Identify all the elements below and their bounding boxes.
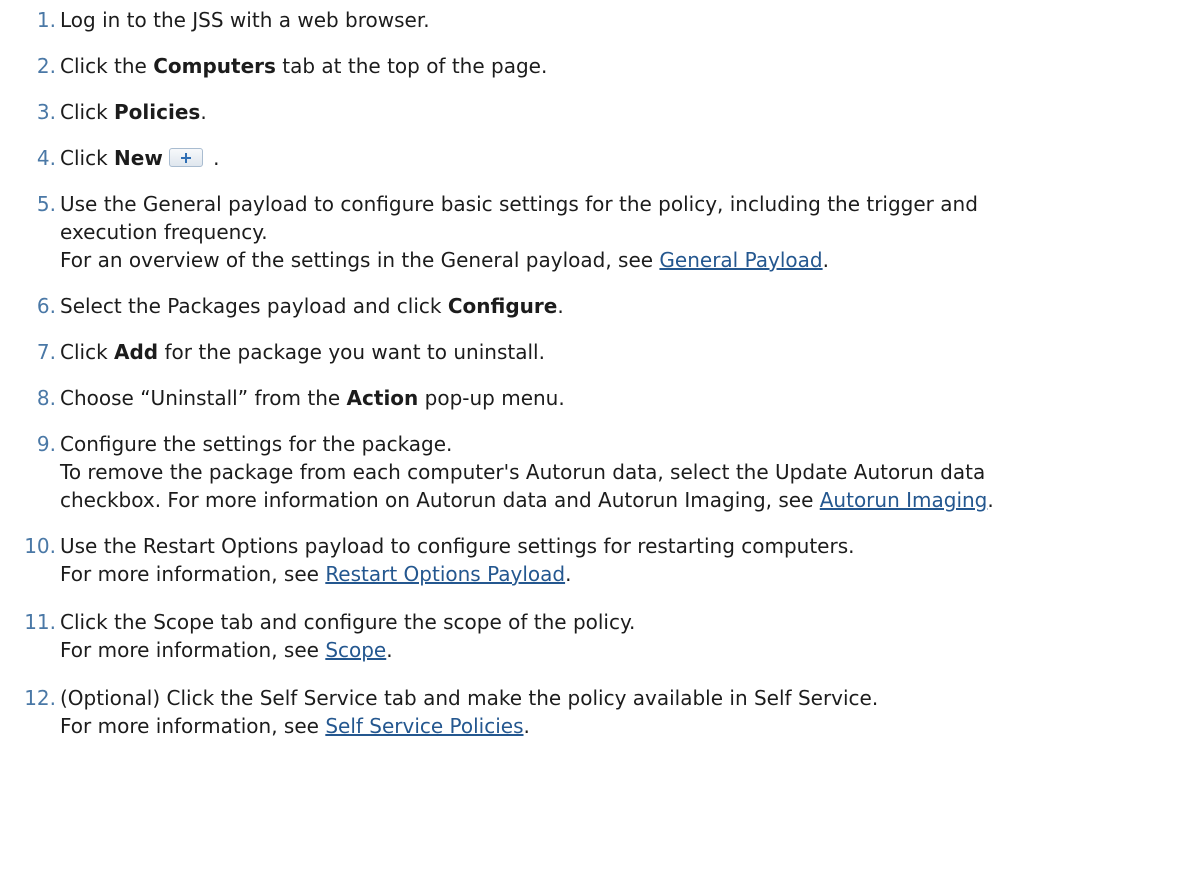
step-text: Use the General payload to configure bas… <box>60 190 1204 274</box>
step-number: 4. <box>36 146 56 170</box>
ui-term-action: Action <box>346 386 419 410</box>
step-line: (Optional) Click the Self Service tab an… <box>60 686 879 710</box>
ui-term-new: New <box>114 146 163 170</box>
step-line: For an overview of the settings in the G… <box>60 246 1204 274</box>
step-line: Configure the settings for the package. <box>60 432 453 456</box>
step-text-before: Choose “Uninstall” from the <box>60 386 347 410</box>
step-text: Configure the settings for the package. … <box>60 430 1204 514</box>
step-text-after: . <box>557 294 564 318</box>
step-text-before: For more information, see <box>60 638 326 662</box>
step-number: 5. <box>36 192 56 216</box>
step-line: Use the General payload to configure bas… <box>60 192 978 216</box>
step-text: Click the Scope tab and configure the sc… <box>60 608 1204 664</box>
step-text-before: Click <box>60 146 115 170</box>
step-line: For more information, see Scope. <box>60 636 1204 664</box>
step-number: 11. <box>24 610 56 634</box>
step-text-part: Log in to the JSS with a web browser. <box>60 8 430 32</box>
step-text: Choose “Uninstall” from the Action pop-u… <box>60 384 1204 412</box>
step-text: Click Add for the package you want to un… <box>60 338 1204 366</box>
step-text-after: . <box>987 488 994 512</box>
step-text-after: . <box>386 638 393 662</box>
step-line: For more information, see Restart Option… <box>60 560 1204 588</box>
step-text-before: Select the Packages payload and click <box>60 294 448 318</box>
step-text: Click the Computers tab at the top of th… <box>60 52 1204 80</box>
step-text-before: Click the <box>60 54 154 78</box>
link-scope[interactable]: Scope <box>325 638 386 662</box>
step-text-after: . <box>565 562 572 586</box>
link-self-service-policies[interactable]: Self Service Policies <box>325 714 523 738</box>
step-line: To remove the package from each computer… <box>60 460 986 484</box>
step-number: 7. <box>36 340 56 364</box>
step-number: 12. <box>24 686 56 710</box>
step-text-before: Click <box>60 100 115 124</box>
step-text-after: . <box>523 714 530 738</box>
step-text: Log in to the JSS with a web browser. <box>60 6 1204 34</box>
step-text: (Optional) Click the Self Service tab an… <box>60 684 1204 740</box>
step-text-before: For an overview of the settings in the G… <box>60 248 660 272</box>
ui-term-computers: Computers <box>153 54 276 78</box>
step-text-before: Click <box>60 340 115 364</box>
step-text-after: . <box>200 100 207 124</box>
link-general-payload[interactable]: General Payload <box>659 248 822 272</box>
link-restart-options-payload[interactable]: Restart Options Payload <box>325 562 565 586</box>
link-autorun-imaging[interactable]: Autorun Imaging <box>820 488 988 512</box>
step-text: Use the Restart Options payload to confi… <box>60 532 1204 588</box>
ui-term-configure: Configure <box>447 294 558 318</box>
step-line: Use the Restart Options payload to confi… <box>60 534 855 558</box>
ui-term-add: Add <box>114 340 159 364</box>
step-number: 8. <box>36 386 56 410</box>
plus-icon <box>168 148 203 167</box>
step-number: 6. <box>36 294 56 318</box>
step-text-before: checkbox. For more information on Autoru… <box>60 488 820 512</box>
step-line: For more information, see Self Service P… <box>60 712 1204 740</box>
step-number: 1. <box>36 8 56 32</box>
step-number: 2. <box>36 54 56 78</box>
step-text-after: . <box>822 248 829 272</box>
step-text-after: . <box>206 146 220 170</box>
step-text: Click Policies. <box>60 98 1204 126</box>
step-text-before: For more information, see <box>60 562 326 586</box>
step-line: checkbox. For more information on Autoru… <box>60 486 1204 514</box>
step-number: 9. <box>36 432 56 456</box>
step-line: execution frequency. <box>60 220 268 244</box>
step-number: 10. <box>24 534 56 558</box>
ui-term-policies: Policies <box>114 100 201 124</box>
step-text-before: For more information, see <box>60 714 326 738</box>
step-text: Click New . <box>60 144 1204 172</box>
step-number: 3. <box>36 100 56 124</box>
step-text-after: pop-up menu. <box>418 386 565 410</box>
step-text-after: tab at the top of the page. <box>275 54 548 78</box>
step-text: Select the Packages payload and click Co… <box>60 292 1204 320</box>
step-line: Click the Scope tab and configure the sc… <box>60 610 636 634</box>
step-text-after: for the package you want to uninstall. <box>158 340 545 364</box>
